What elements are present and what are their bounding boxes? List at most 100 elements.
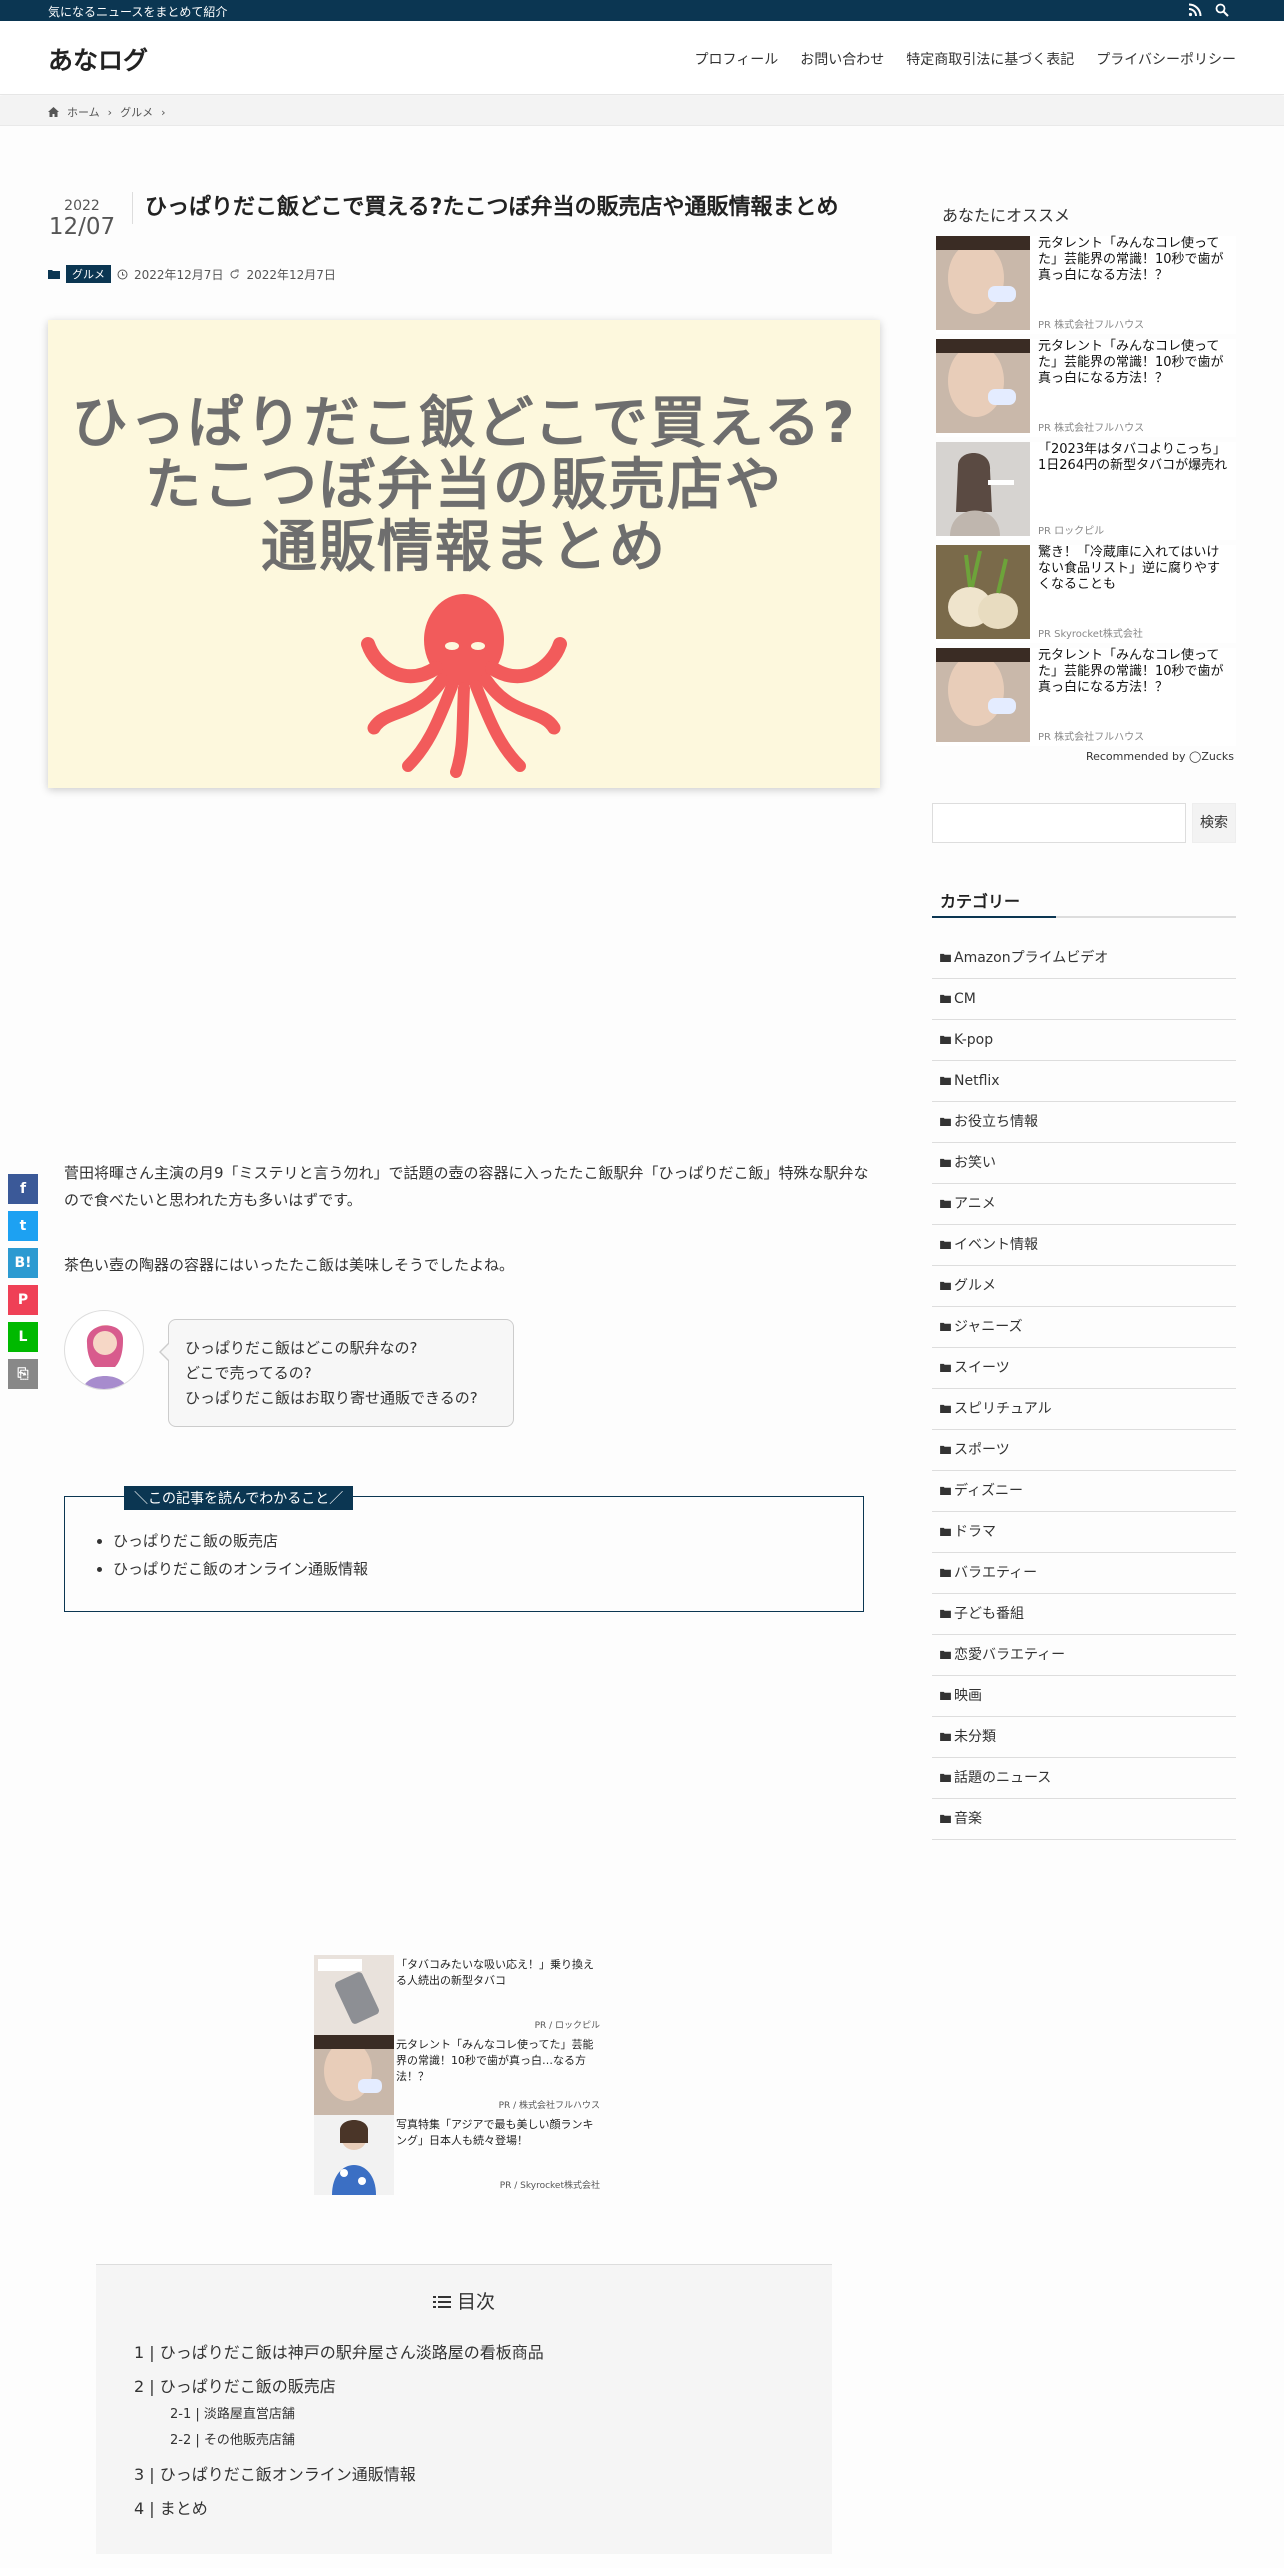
category-item[interactable]: ジャニーズ — [932, 1307, 1236, 1348]
folder-icon — [940, 1732, 951, 1741]
ad-text: 写真特集「アジアで最も美しい顔ランキング」日本人も続々登場！ — [396, 2118, 594, 2147]
category-label: 子ども番組 — [954, 1606, 1024, 1622]
breadcrumb-home[interactable]: ホーム — [67, 104, 100, 120]
eyecatch-line-3: 通販情報まとめ — [261, 515, 667, 580]
toc-item[interactable]: 1 | ひっぱりだこ飯は神戸の駅弁屋さん淡路屋の看板商品 — [134, 2339, 544, 2363]
inline-ad-item[interactable]: 写真特集「アジアで最も美しい顔ランキング」日本人も続々登場！ PR / Skyr… — [314, 2115, 602, 2195]
ad-sponsor: PR / Skyrocket株式会社 — [499, 2181, 600, 2191]
recommend-item[interactable]: 元タレント「みんなコレ使ってた」芸能界の常識！10秒で歯が真っ白になる方法！？ … — [936, 648, 1236, 746]
recommended-by[interactable]: Recommended by ◯Zucks — [1086, 750, 1234, 763]
share-copy-button[interactable]: ⎘ — [8, 1359, 38, 1389]
category-item[interactable]: Amazonプライムビデオ — [932, 938, 1236, 979]
category-item[interactable]: スポーツ — [932, 1430, 1236, 1471]
recommend-text: 驚き！「冷蔵庫に入れてはいけない食品リスト」逆に腐りやすくなることも — [1038, 545, 1221, 592]
recommend-item[interactable]: 驚き！「冷蔵庫に入れてはいけない食品リスト」逆に腐りやすくなることも PR Sk… — [936, 545, 1236, 643]
category-item[interactable]: 恋愛バラエティー — [932, 1635, 1236, 1676]
category-label: 音楽 — [954, 1811, 982, 1827]
category-item[interactable]: ドラマ — [932, 1512, 1236, 1553]
recommend-sponsor: PR 株式会社フルハウス — [1038, 423, 1145, 434]
category-item[interactable]: お役立ち情報 — [932, 1102, 1236, 1143]
recommend-sponsor: PR Skyrocket株式会社 — [1038, 629, 1143, 640]
toc-title-row: 目次 — [96, 2287, 832, 2314]
recommend-item[interactable]: 「2023年はタバコよりこっち」1日264円の新型タバコが爆売れ PR ロックピ… — [936, 442, 1236, 540]
folder-icon — [940, 1445, 951, 1454]
recommend-text: 「2023年はタバコよりこっち」1日264円の新型タバコが爆売れ — [1038, 442, 1228, 473]
inline-ad-block: 「タバコみたいな吸い応え！」乗り換える人続出の新型タバコ PR / ロックピル … — [314, 1955, 602, 2195]
toc-subitem[interactable]: 2-2 | その他販売店舗 — [170, 2429, 295, 2448]
avatar — [64, 1310, 144, 1390]
toc-item[interactable]: 4 | まとめ — [134, 2495, 208, 2519]
category-heading: カテゴリー — [940, 892, 1021, 911]
recommend-thumbnail — [936, 442, 1030, 536]
nav-privacy[interactable]: プライバシーポリシー — [1096, 49, 1236, 69]
breadcrumb-category[interactable]: グルメ — [120, 104, 153, 120]
category-label: 話題のニュース — [954, 1770, 1052, 1786]
update-icon — [230, 269, 239, 278]
recommend-thumbnail — [936, 545, 1030, 639]
toc-item[interactable]: 2 | ひっぱりだこ飯の販売店 — [134, 2373, 336, 2397]
category-label: Amazonプライムビデオ — [954, 950, 1109, 966]
search-input[interactable] — [932, 803, 1186, 843]
category-item[interactable]: イベント情報 — [932, 1225, 1236, 1266]
category-item[interactable]: スイーツ — [932, 1348, 1236, 1389]
eyecatch-image: ひっぱりだこ飯どこで買える? たこつぼ弁当の販売店や 通販情報まとめ — [48, 320, 880, 788]
category-label: イベント情報 — [954, 1237, 1038, 1253]
category-item[interactable]: バラエティー — [932, 1553, 1236, 1594]
breadcrumb: ホーム › グルメ › — [0, 96, 1284, 126]
site-header: あなログ プロフィール お問い合わせ 特定商取引法に基づく表記 プライバシーポリ… — [0, 21, 1284, 95]
recommend-thumbnail — [936, 339, 1030, 433]
rss-icon[interactable] — [1188, 3, 1202, 17]
category-item[interactable]: お笑い — [932, 1143, 1236, 1184]
share-twitter-button[interactable]: t — [8, 1211, 38, 1241]
recommend-item[interactable]: 元タレント「みんなコレ使ってた」芸能界の常識！10秒で歯が真っ白になる方法！？ … — [936, 339, 1236, 437]
category-item[interactable]: 話題のニュース — [932, 1758, 1236, 1799]
toc-item[interactable]: 3 | ひっぱりだこ飯オンライン通販情報 — [134, 2461, 416, 2485]
category-item[interactable]: スピリチュアル — [932, 1389, 1236, 1430]
recommend-item[interactable]: 元タレント「みんなコレ使ってた」芸能界の常識！10秒で歯が真っ白になる方法！？ … — [936, 236, 1236, 334]
category-badge[interactable]: グルメ — [66, 265, 111, 283]
nav-contact[interactable]: お問い合わせ — [800, 49, 884, 69]
toc-subitem[interactable]: 2-1 | 淡路屋直営店舗 — [170, 2403, 295, 2422]
category-item[interactable]: Netflix — [932, 1061, 1236, 1102]
category-item[interactable]: CM — [932, 979, 1236, 1020]
category-item[interactable]: 未分類 — [932, 1717, 1236, 1758]
folder-icon — [940, 1486, 951, 1495]
home-icon — [48, 107, 59, 117]
category-label: グルメ — [954, 1278, 996, 1294]
category-item[interactable]: アニメ — [932, 1184, 1236, 1225]
inline-ad-item[interactable]: 「タバコみたいな吸い応え！」乗り換える人続出の新型タバコ PR / ロックピル — [314, 1955, 602, 2035]
search-button[interactable]: 検索 — [1192, 803, 1236, 843]
category-item[interactable]: 映画 — [932, 1676, 1236, 1717]
category-label: CM — [954, 991, 976, 1007]
category-label: ディズニー — [954, 1483, 1024, 1499]
octopus-icon — [361, 594, 567, 778]
category-item[interactable]: グルメ — [932, 1266, 1236, 1307]
inline-ad-item[interactable]: 元タレント「みんなコレ使ってた」芸能界の常識！10秒で歯が真っ白…なる方法！？ … — [314, 2035, 602, 2115]
ad-thumbnail — [314, 2115, 394, 2195]
share-hatena-button[interactable]: B! — [8, 1248, 38, 1278]
category-item[interactable]: 子ども番組 — [932, 1594, 1236, 1635]
nav-tokushoho[interactable]: 特定商取引法に基づく表記 — [906, 49, 1074, 69]
category-label: スポーツ — [954, 1442, 1010, 1458]
share-facebook-button[interactable]: f — [8, 1174, 38, 1204]
share-line-button[interactable]: L — [8, 1322, 38, 1352]
category-label: スピリチュアル — [954, 1401, 1052, 1417]
category-item[interactable]: ディズニー — [932, 1471, 1236, 1512]
table-of-contents: 目次 1 | ひっぱりだこ飯は神戸の駅弁屋さん淡路屋の看板商品 2 | ひっぱり… — [96, 2264, 832, 2554]
search-icon[interactable] — [1215, 3, 1229, 17]
site-logo[interactable]: あなログ — [48, 41, 148, 77]
folder-icon — [940, 1527, 951, 1536]
folder-icon — [940, 1650, 951, 1659]
category-item[interactable]: K-pop — [932, 1020, 1236, 1061]
ad-thumbnail — [314, 1955, 394, 2035]
recommend-sponsor: PR 株式会社フルハウス — [1038, 732, 1145, 743]
nav-profile[interactable]: プロフィール — [695, 49, 779, 69]
category-label: ジャニーズ — [954, 1319, 1023, 1335]
category-label: ドラマ — [954, 1524, 996, 1540]
ad-text: 「タバコみたいな吸い応え！」乗り換える人続出の新型タバコ — [396, 1958, 594, 1987]
category-label: Netflix — [954, 1073, 1000, 1089]
toc-title: 目次 — [456, 2291, 495, 2313]
category-item[interactable]: 音楽 — [932, 1799, 1236, 1840]
folder-icon — [940, 1240, 951, 1249]
share-pocket-button[interactable]: P — [8, 1285, 38, 1315]
